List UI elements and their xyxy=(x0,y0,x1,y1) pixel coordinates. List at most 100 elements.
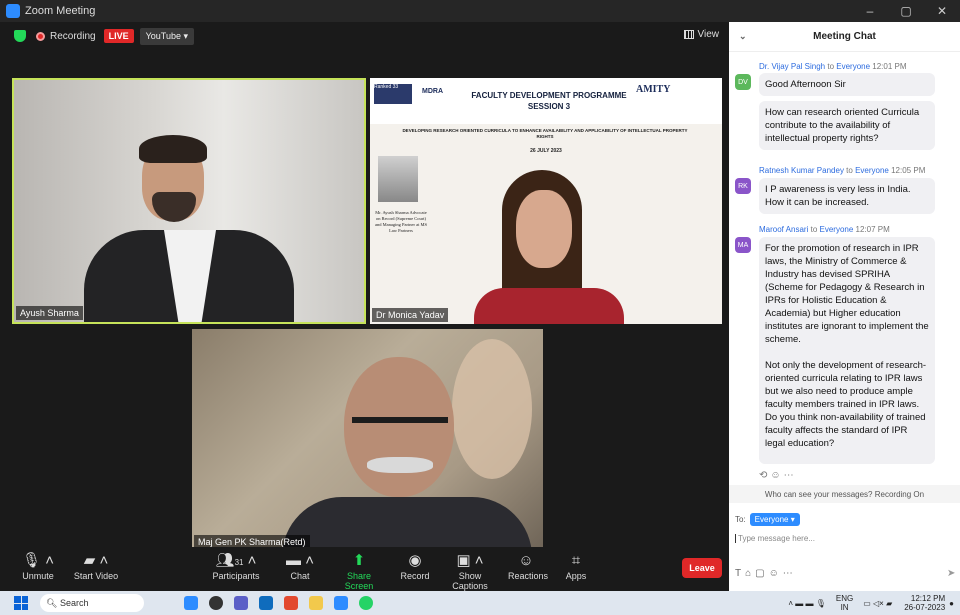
notification-icon[interactable]: ● xyxy=(949,599,954,608)
who-can-see-text: Who can see your messages? Recording On xyxy=(764,489,925,499)
reactions-icon: ☺ xyxy=(518,552,534,569)
network-volume-battery-icons[interactable]: ▭ ◁× ▰ xyxy=(863,599,892,608)
video-tile-host[interactable]: Ranked 33 MDRA AMITY FACULTY DEVELOPMENT… xyxy=(370,78,722,324)
avatar: MA xyxy=(735,237,751,253)
slide-subtitle: DEVELOPING RESEARCH ORIENTED CURRICULA T… xyxy=(402,128,688,139)
message-to-word: to xyxy=(827,62,835,71)
windows-taskbar: 🔍︎ Search ˄ ▬ ▬ 🎙︎ ENG IN ▭ ◁× ▰ 12:12 P… xyxy=(0,591,960,615)
taskbar-apps xyxy=(184,596,384,610)
live-badge[interactable]: LIVE xyxy=(103,29,134,43)
participant-video-glasses xyxy=(352,417,448,441)
participants-button[interactable]: 👥︎31 ˄ Participants xyxy=(207,551,265,581)
to-label: To: xyxy=(735,515,746,524)
windows-start-icon[interactable] xyxy=(14,596,28,610)
chat-input[interactable]: Type message here... xyxy=(735,534,815,543)
recipient-dropdown[interactable]: Everyone ▾ xyxy=(749,513,800,526)
title-bar: Zoom Meeting – ▢ ✕ xyxy=(0,0,960,22)
minimize-button[interactable]: – xyxy=(852,0,888,22)
clock-date: 26-07-2023 xyxy=(904,603,946,612)
message-bubble[interactable]: How can research oriented Curricula cont… xyxy=(759,101,935,150)
taskbar-search[interactable]: 🔍︎ Search xyxy=(40,594,144,612)
show-captions-button[interactable]: ▣ ˄ Show Captions xyxy=(444,551,496,591)
brave-app-icon[interactable] xyxy=(284,596,298,610)
video-tile-participant[interactable]: Maj Gen PK Sharma(Retd) xyxy=(192,329,543,551)
zoom-meeting-icon[interactable] xyxy=(334,596,348,610)
media-app-icon[interactable] xyxy=(209,596,223,610)
record-icon: ◉ xyxy=(408,552,422,569)
chat-panel: ⌄ Meeting Chat Dr. Vijay Pal Singh to Ev… xyxy=(729,22,960,591)
message-header: Ratnesh Kumar Pandey to Everyone 12:05 P… xyxy=(759,166,925,175)
message-bubble[interactable]: For the promotion of research in IPR law… xyxy=(759,237,935,464)
message-bubble[interactable]: I P awareness is very less in India. How… xyxy=(759,178,935,214)
participant-name: Dr Monica Yadav xyxy=(372,308,449,322)
start-video-label: Start Video xyxy=(73,571,119,581)
tray-overflow-icon[interactable]: ˄ ▬ ▬ 🎙︎ xyxy=(788,599,826,608)
participant-video-body xyxy=(474,288,624,324)
leave-button[interactable]: Leave xyxy=(682,558,722,578)
zoom-logo-icon xyxy=(6,4,20,18)
slide-date: 26 JULY 2023 xyxy=(530,148,562,154)
recipient-name: Everyone xyxy=(836,62,871,71)
participant-video-moustache xyxy=(367,457,433,473)
chat-header: ⌄ Meeting Chat xyxy=(729,22,960,52)
message-time: 12:01 PM xyxy=(872,62,907,71)
message-bubble[interactable]: Good Afternoon Sir xyxy=(759,73,935,96)
recipient-row: To: Everyone ▾ xyxy=(735,513,800,526)
chat-icon: ▬ ˄ xyxy=(286,552,314,569)
view-label: View xyxy=(697,29,720,40)
search-label: Search xyxy=(59,598,89,608)
sender-name[interactable]: Maroof Ansari xyxy=(759,225,808,234)
recording-icon xyxy=(36,31,45,41)
language-indicator[interactable]: ENG IN xyxy=(836,594,853,612)
record-label: Record xyxy=(400,571,430,581)
message-reaction-icons[interactable]: ⟲☺⋯ xyxy=(759,470,797,481)
chevron-down-icon[interactable]: ⌄ xyxy=(739,31,747,42)
close-button[interactable]: ✕ xyxy=(924,0,960,22)
recipient-name: Everyone xyxy=(819,225,854,234)
video-tile-speaker[interactable]: Ayush Sharma xyxy=(12,78,366,324)
grid-icon xyxy=(683,30,694,39)
window-title: Zoom Meeting xyxy=(25,5,96,17)
chat-button[interactable]: ▬ ˄ Chat xyxy=(285,551,315,581)
teams-app-icon[interactable] xyxy=(234,596,248,610)
reactions-label: Reactions xyxy=(508,571,549,581)
sender-name[interactable]: Ratnesh Kumar Pandey xyxy=(759,166,844,175)
store-app-icon[interactable] xyxy=(259,596,273,610)
recording-label[interactable]: Recording xyxy=(50,31,96,42)
maximize-button[interactable]: ▢ xyxy=(888,0,924,22)
send-icon[interactable]: ➤ xyxy=(947,568,955,579)
clock-time: 12:12 PM xyxy=(910,594,946,603)
unmute-button[interactable]: 🎙︎ ˄ Unmute xyxy=(18,551,58,581)
chat-format-tools[interactable]: T⌂▢☺⋯ xyxy=(735,568,797,579)
record-button[interactable]: ◉ Record xyxy=(399,551,431,581)
start-video-button[interactable]: ▰ ˄ Start Video xyxy=(72,551,120,581)
slide-title: FACULTY DEVELOPMENT PROGRAMME SESSION 3 xyxy=(471,91,627,111)
zoom-window: Zoom Meeting – ▢ ✕ Recording LIVE YouTub… xyxy=(0,0,960,615)
shield-icon[interactable] xyxy=(14,30,26,42)
sender-name[interactable]: Dr. Vijay Pal Singh xyxy=(759,62,825,71)
share-screen-button[interactable]: ⬆ Share Screen xyxy=(336,551,382,591)
apps-label: Apps xyxy=(565,571,587,581)
taskbar-clock[interactable]: 12:12 PM 26-07-2023 xyxy=(904,594,945,612)
mdra-logo: MDRA xyxy=(422,88,443,95)
participants-icon: 👥︎31 ˄ xyxy=(215,552,257,569)
mic-muted-icon: 🎙︎ ˄ xyxy=(22,552,54,569)
status-bar: Recording LIVE YouTube ▾ View xyxy=(0,22,727,50)
message-header: Maroof Ansari to Everyone 12:07 PM xyxy=(759,225,890,234)
zoom-app-icon[interactable] xyxy=(184,596,198,610)
speaker-photo xyxy=(378,156,418,202)
video-off-icon: ▰ ˄ xyxy=(83,552,109,569)
youtube-dropdown[interactable]: YouTube ▾ xyxy=(139,27,194,45)
apps-button[interactable]: ⌗ Apps xyxy=(563,551,589,581)
share-screen-icon: ⬆ xyxy=(352,552,366,569)
chat-label: Chat xyxy=(290,571,310,581)
avatar: DV xyxy=(735,74,751,90)
whatsapp-icon[interactable] xyxy=(359,596,373,610)
reactions-button[interactable]: ☺ Reactions xyxy=(508,551,549,581)
file-explorer-icon[interactable] xyxy=(309,596,323,610)
who-can-see-notice[interactable]: Who can see your messages? Recording On xyxy=(729,485,960,503)
participant-video xyxy=(282,497,532,551)
view-button[interactable]: View xyxy=(683,29,720,40)
recipient-name: Everyone xyxy=(855,166,889,175)
meeting-toolbar: 🎙︎ ˄ Unmute ▰ ˄ Start Video 👥︎31 ˄ Parti… xyxy=(0,547,727,591)
